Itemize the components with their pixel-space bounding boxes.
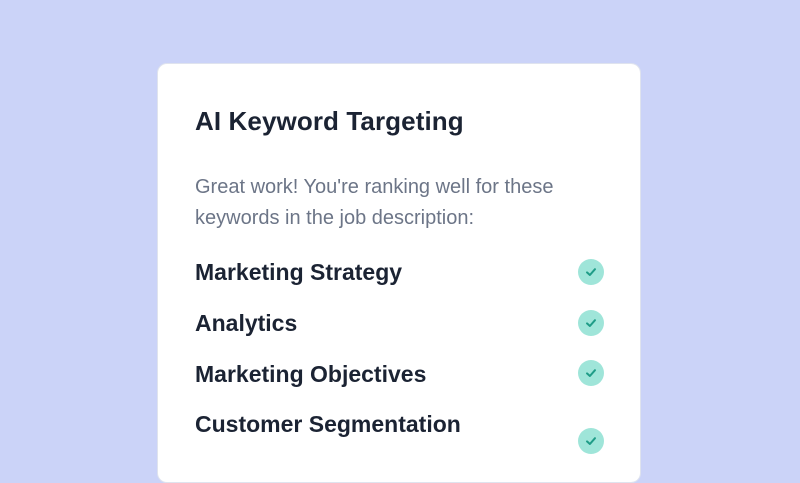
card-description: Great work! You're ranking well for thes…: [195, 176, 554, 229]
keyword-label: Marketing Objectives: [195, 361, 427, 387]
card-title: AI Keyword Targeting: [195, 106, 464, 136]
keyword-label: Marketing Strategy: [195, 259, 403, 285]
check-circle-icon: [578, 360, 604, 386]
keyword-label: Customer Segmentation: [195, 411, 461, 437]
keyword-item-marketing-strategy: Marketing Strategy: [195, 257, 605, 287]
keyword-item-marketing-objectives: Marketing Objectives: [195, 359, 605, 389]
keyword-item-analytics: Analytics: [195, 308, 605, 338]
check-circle-icon: [578, 310, 604, 336]
keyword-label: Analytics: [195, 310, 298, 336]
check-circle-icon: [578, 428, 604, 454]
keyword-item-customer-segmentation: Customer Segmentation: [195, 409, 605, 454]
check-circle-icon: [578, 259, 604, 285]
keyword-targeting-card: AI Keyword Targeting Great work! You're …: [157, 63, 641, 483]
